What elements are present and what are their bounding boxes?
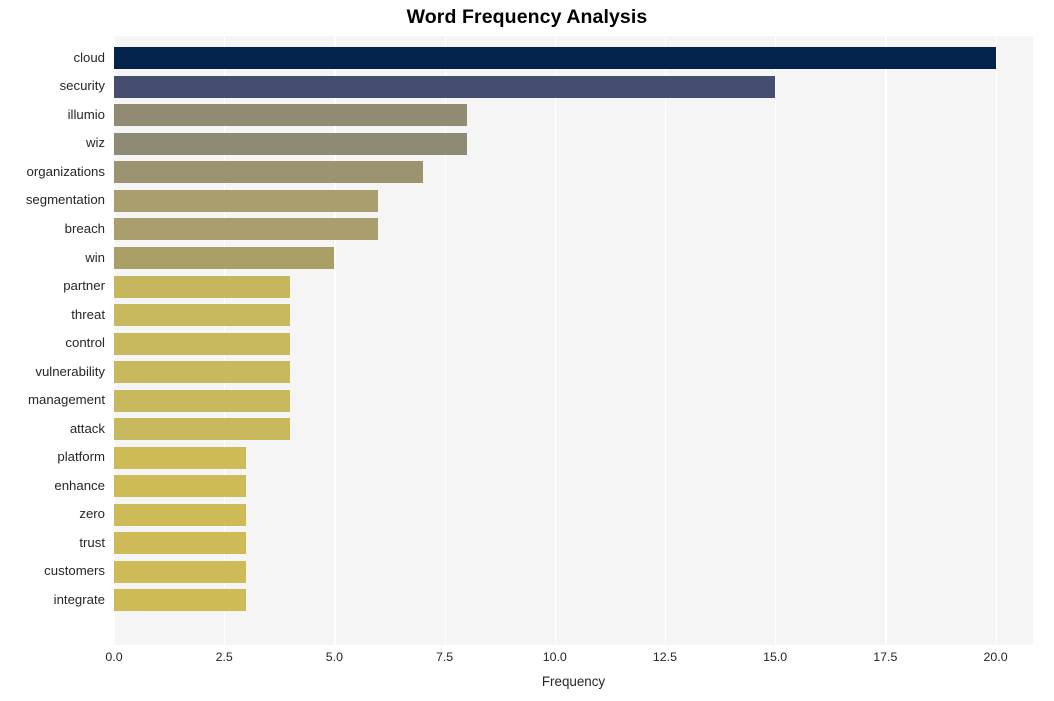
bar <box>114 132 467 155</box>
bar <box>114 47 996 70</box>
x-axis-title: Frequency <box>541 674 606 689</box>
y-tick-label: wiz <box>85 135 105 151</box>
x-tick-label: 5.0 <box>325 650 343 664</box>
y-tick-label: vulnerability <box>35 363 105 379</box>
y-tick-label: platform <box>57 449 105 465</box>
x-tick-label: 15.0 <box>763 650 788 664</box>
bar <box>114 560 247 583</box>
bar <box>114 332 291 355</box>
bar <box>114 503 247 526</box>
x-axis-tick-labels: 0.0 2.5 5.0 7.5 10.0 12.5 15.0 17.5 20.0 <box>0 650 1054 670</box>
chart-title: Word Frequency Analysis <box>406 6 648 28</box>
bar <box>114 532 247 555</box>
y-tick-label: control <box>65 335 105 351</box>
x-tick-label: 7.5 <box>435 650 454 664</box>
y-tick-label: illumio <box>67 106 105 122</box>
bar <box>114 161 423 184</box>
bar <box>114 247 335 270</box>
x-tick-label: 2.5 <box>215 650 233 664</box>
bar <box>114 361 291 384</box>
x-tick-label: 10.0 <box>542 650 567 664</box>
y-tick-label: breach <box>64 220 105 236</box>
y-axis-tick-labels: cloud security illumio wiz organizations segm… <box>0 36 105 645</box>
bar <box>114 304 291 327</box>
y-tick-label: management <box>28 392 105 408</box>
y-tick-label: customers <box>44 563 105 579</box>
y-tick-label: enhance <box>54 477 105 493</box>
bar <box>114 475 247 498</box>
y-tick-label: win <box>85 249 105 265</box>
x-tick-label: 20.0 <box>983 650 1008 664</box>
bar <box>114 189 379 212</box>
chart-figure: Word Frequency Analysis cloud security ill… <box>0 0 1054 701</box>
y-tick-label: integrate <box>53 591 105 607</box>
y-tick-label: security <box>59 78 105 94</box>
y-tick-label: cloud <box>73 49 105 65</box>
y-tick-label: attack <box>69 420 105 436</box>
x-tick-label: 0.0 <box>105 650 123 664</box>
y-tick-label: trust <box>79 534 105 550</box>
bar <box>114 104 467 127</box>
bar <box>114 275 291 298</box>
y-tick-label: segmentation <box>25 192 105 208</box>
y-tick-label: zero <box>79 506 105 522</box>
bar-series <box>114 36 1033 645</box>
bar <box>114 218 379 241</box>
bar <box>114 589 247 612</box>
y-tick-label: partner <box>63 278 105 294</box>
y-tick-label: threat <box>71 306 105 322</box>
y-tick-label: organizations <box>26 163 105 179</box>
bar <box>114 75 776 98</box>
bar <box>114 446 247 469</box>
x-tick-label: 17.5 <box>873 650 898 664</box>
bar <box>114 389 291 412</box>
plot-area <box>114 36 1033 645</box>
bar <box>114 418 291 441</box>
x-tick-label: 12.5 <box>652 650 678 664</box>
